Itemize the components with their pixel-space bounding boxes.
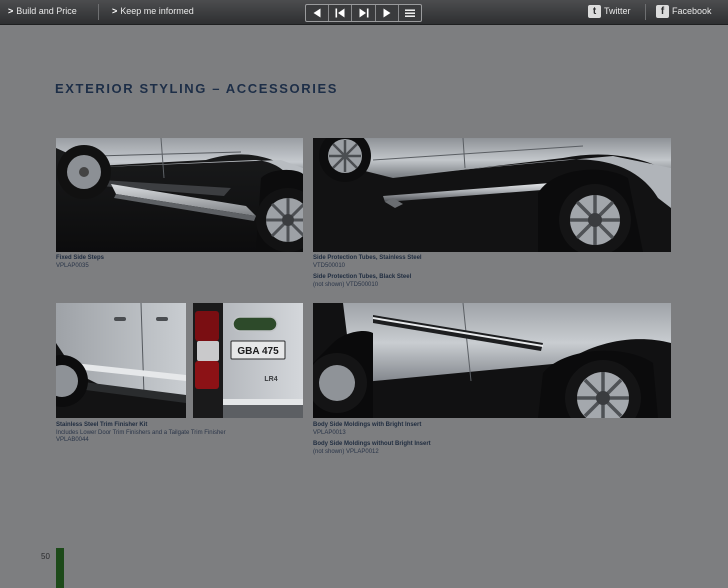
skip-back-icon (335, 8, 345, 18)
top-toolbar: > Build and Price > Keep me informed t Twi… (0, 0, 728, 25)
caption-body-side-moldings: Body Side Moldings with Bright Insert VP… (313, 422, 431, 456)
item-code: VPLAP0013 (313, 429, 346, 436)
toolbar-divider (645, 4, 646, 20)
side-protection-tubes-photo (313, 138, 671, 252)
page-title: EXTERIOR STYLING – ACCESSORIES (55, 81, 339, 96)
item-code: VPLAB0044 (56, 437, 89, 444)
caption-fixed-side-steps: Fixed Side Steps VPLAP0035 (56, 255, 104, 270)
build-and-price-label: Build and Price (16, 6, 77, 16)
item-title: Body Side Moldings without Bright Insert (313, 441, 431, 448)
twitter-icon[interactable]: t (588, 5, 601, 18)
page-number: 50 (41, 552, 50, 561)
menu-button[interactable] (399, 5, 421, 21)
fixed-side-steps-photo (56, 138, 303, 252)
chevron-right-icon: > (8, 6, 14, 16)
toolbar-divider (98, 4, 99, 20)
item-description: Includes Lower Door Trim Finishers and a… (56, 429, 226, 436)
keep-me-informed-label: Keep me informed (120, 6, 194, 16)
last-page-button[interactable] (352, 5, 376, 21)
triangle-left-icon (313, 8, 321, 18)
lr4-badge-text: LR4 (264, 376, 277, 383)
chevron-right-icon: > (112, 6, 118, 16)
item-code: VPLAP0035 (56, 262, 89, 269)
facebook-icon[interactable]: f (656, 5, 669, 18)
triangle-right-icon (383, 8, 391, 18)
item-code: (not shown) VPLAP0012 (313, 448, 379, 455)
item-title: Body Side Moldings with Bright Insert (313, 422, 422, 428)
item-title: Fixed Side Steps (56, 255, 105, 261)
twitter-link[interactable]: Twitter (604, 6, 631, 16)
next-page-button[interactable] (376, 5, 399, 21)
menu-icon (404, 9, 415, 17)
license-plate-text: GBA 475 (237, 346, 279, 357)
body-side-moldings-photo (313, 303, 671, 418)
previous-page-button[interactable] (306, 5, 330, 21)
build-and-price-link[interactable]: > Build and Price (8, 6, 77, 16)
item-code: (not shown) VTD500010 (313, 281, 379, 288)
lower-door-trim-photo (56, 303, 186, 418)
keep-me-informed-link[interactable]: > Keep me informed (112, 6, 194, 16)
item-title: Side Protection Tubes, Black Steel (313, 274, 412, 281)
caption-trim-finisher-kit: Stainless Steel Trim Finisher Kit Includ… (56, 422, 226, 445)
first-page-button[interactable] (329, 5, 353, 21)
item-title: Stainless Steel Trim Finisher Kit (56, 422, 148, 428)
page-marker-bar (56, 548, 64, 588)
page-navigation (305, 4, 422, 22)
skip-forward-icon (359, 8, 368, 18)
caption-side-protection-tubes: Side Protection Tubes, Stainless Steel V… (313, 255, 422, 289)
item-code: VTD500010 (313, 262, 346, 269)
facebook-link[interactable]: Facebook (672, 6, 712, 16)
item-title: Side Protection Tubes, Stainless Steel (313, 255, 422, 261)
tailgate-trim-photo: GBA 475 LR4 (193, 303, 303, 418)
